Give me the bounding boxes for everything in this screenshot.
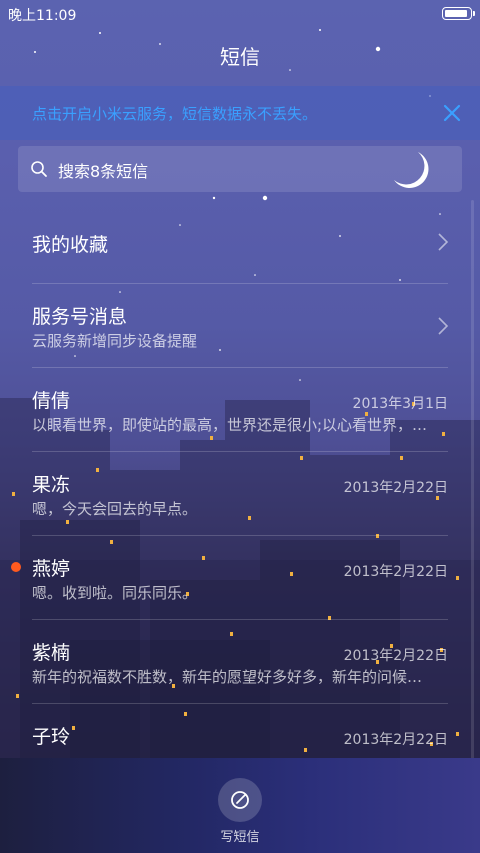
banner-text[interactable]: 点击开启小米云服务，短信数据永不丢失。 xyxy=(32,103,317,124)
message-preview: 以眼看世界，即使站的最高，世界还是很小;以心看世界，… xyxy=(32,416,428,434)
compose-label[interactable]: 写短信 xyxy=(0,826,480,845)
conversation-row[interactable]: 紫楠 2013年2月22日 新年的祝福数不胜数，新年的愿望好多好多，新年的问候… xyxy=(0,620,480,704)
cloud-service-banner[interactable]: 点击开启小米云服务，短信数据永不丢失。 xyxy=(0,86,480,140)
message-preview: 嗯，今天会回去的早点。 xyxy=(32,500,198,518)
status-time: 晚上11:09 xyxy=(8,8,77,24)
message-date: 2013年2月22日 xyxy=(343,648,448,664)
favorites-row[interactable]: 我的收藏 xyxy=(0,200,480,284)
chevron-right-icon xyxy=(438,317,449,335)
contact-name: 果冻 xyxy=(32,474,71,496)
contact-name: 燕婷 xyxy=(32,558,71,580)
message-date: 2013年2月22日 xyxy=(343,564,448,580)
unread-indicator xyxy=(11,562,21,572)
contact-name: 子玲 xyxy=(32,726,71,748)
message-preview: 嗯。收到啦。同乐同乐。 xyxy=(32,584,198,602)
conversation-row[interactable]: 子玲 2013年2月22日 xyxy=(0,704,480,758)
message-preview: 新年的祝福数不胜数，新年的愿望好多好多，新年的问候… xyxy=(32,668,423,686)
contact-name: 紫楠 xyxy=(32,642,71,664)
compose-icon xyxy=(231,791,249,809)
search-placeholder: 搜索8条短信 xyxy=(58,162,149,181)
conversation-row[interactable]: 倩倩 2013年3月1日 以眼看世界，即使站的最高，世界还是很小;以心看世界，… xyxy=(0,368,480,452)
battery-icon xyxy=(442,7,475,20)
message-date: 2013年2月22日 xyxy=(343,480,448,496)
close-icon[interactable] xyxy=(438,99,466,127)
chevron-right-icon xyxy=(438,233,449,251)
page-title: 短信 xyxy=(220,45,260,69)
search-icon xyxy=(31,161,47,177)
contact-name: 倩倩 xyxy=(32,390,71,412)
service-messages-row[interactable]: 服务号消息 云服务新增同步设备提醒 xyxy=(0,284,480,368)
conversation-row[interactable]: 燕婷 2013年2月22日 嗯。收到啦。同乐同乐。 xyxy=(0,536,480,620)
status-bar: 晚上11:09 xyxy=(0,0,480,28)
row-title: 服务号消息 xyxy=(32,306,128,328)
compose-button[interactable] xyxy=(218,778,262,822)
message-date: 2013年3月1日 xyxy=(352,396,448,412)
conversation-row[interactable]: 果冻 2013年2月22日 嗯，今天会回去的早点。 xyxy=(0,452,480,536)
row-subtitle: 云服务新增同步设备提醒 xyxy=(32,332,198,350)
row-title: 我的收藏 xyxy=(32,234,109,256)
sms-screen: 晚上11:09 短信 点击开启小米云服务，短信数据永不丢失。 搜索8条短信 我的… xyxy=(0,0,480,853)
scrollbar[interactable] xyxy=(471,200,474,760)
message-date: 2013年2月22日 xyxy=(343,732,448,748)
moon-icon xyxy=(394,152,429,188)
